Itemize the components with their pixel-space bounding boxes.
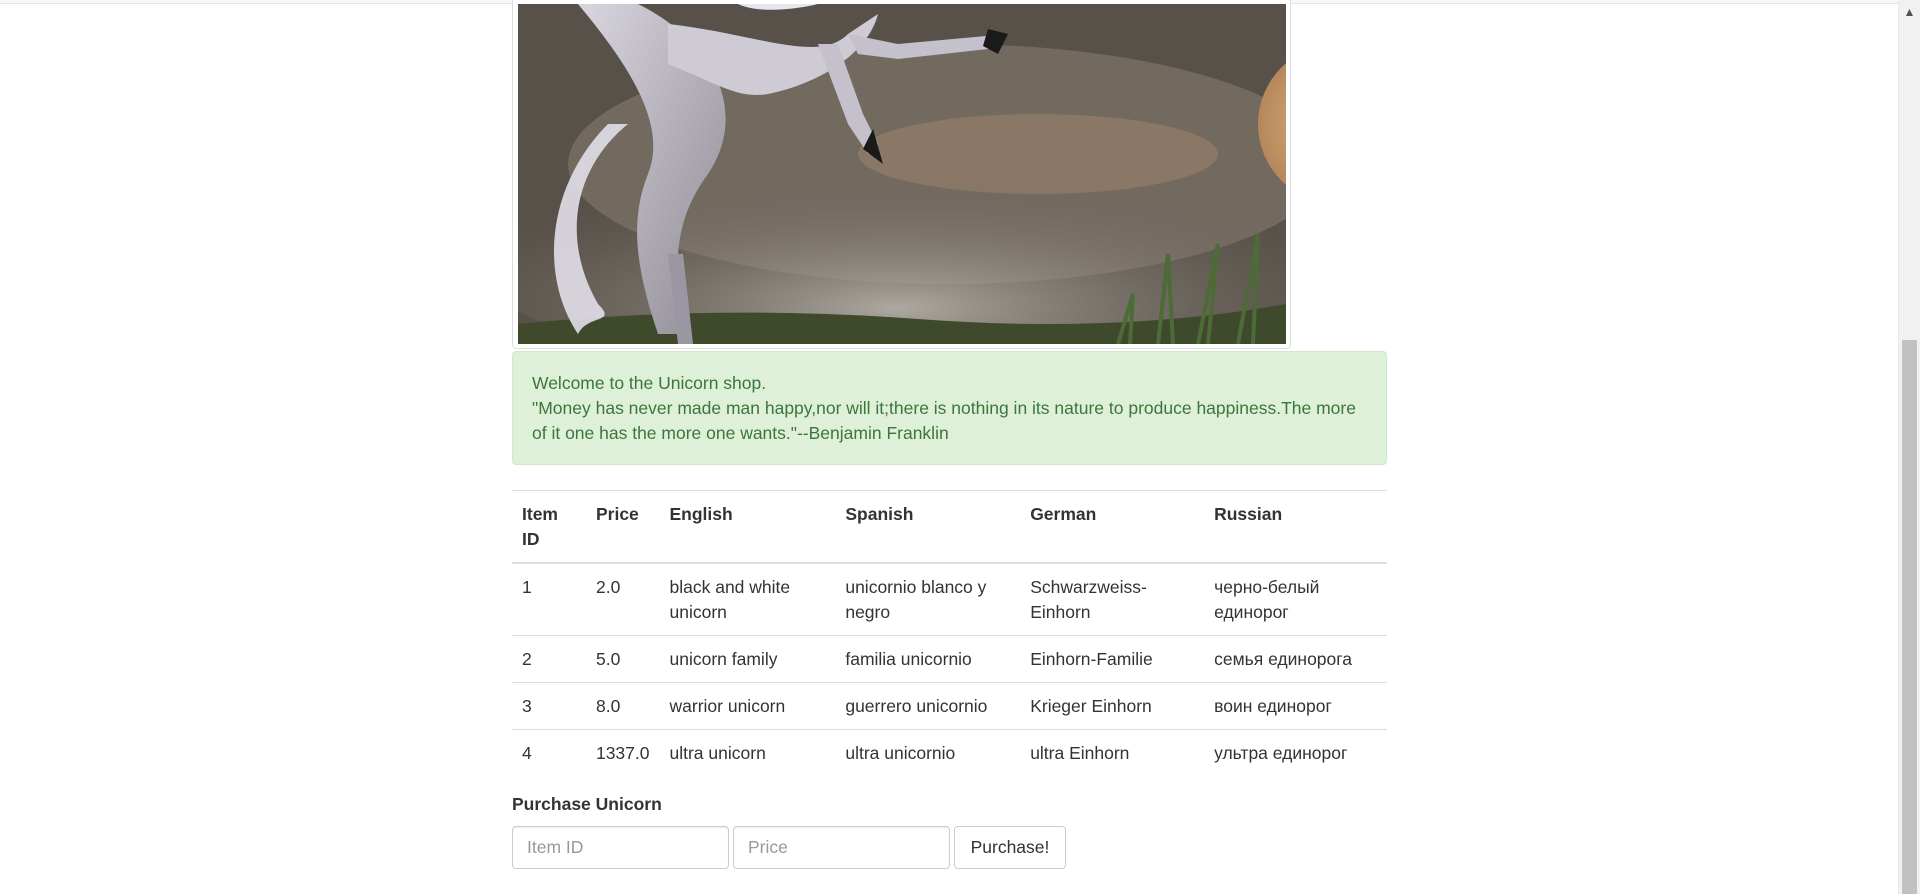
cell-russian: ультра единорог xyxy=(1204,729,1387,776)
cell-german: ultra Einhorn xyxy=(1020,729,1205,776)
table-row: 2 5.0 unicorn family familia unicornio E… xyxy=(512,635,1387,683)
unicorn-table: Item ID Price English Spanish German Rus… xyxy=(512,490,1387,776)
scroll-up-arrow-icon[interactable]: ▲ xyxy=(1899,2,1920,22)
cell-item-id: 2 xyxy=(512,635,586,683)
cell-spanish: familia unicornio xyxy=(835,635,1021,683)
unicorn-table-container: Item ID Price English Spanish German Rus… xyxy=(512,490,1387,776)
franklin-quote: "Money has never made man happy,nor will… xyxy=(532,398,1356,443)
vertical-scrollbar[interactable]: ▲ xyxy=(1898,0,1920,894)
header-english: English xyxy=(659,490,836,564)
cell-item-id: 3 xyxy=(512,682,586,730)
cell-item-id: 1 xyxy=(512,562,586,636)
header-item-id: Item ID xyxy=(512,490,586,564)
welcome-alert: Welcome to the Unicorn shop. "Money has … xyxy=(512,351,1387,465)
header-spanish: Spanish xyxy=(835,490,1021,564)
cell-german: Krieger Einhorn xyxy=(1020,682,1205,730)
cell-price: 8.0 xyxy=(585,682,660,730)
table-row: 1 2.0 black and white unicorn unicornio … xyxy=(512,562,1387,636)
cell-price: 2.0 xyxy=(585,562,660,636)
cell-russian: семья единорога xyxy=(1204,635,1387,683)
cell-item-id: 4 xyxy=(512,729,586,776)
header-russian: Russian xyxy=(1204,490,1387,564)
cell-price: 5.0 xyxy=(585,635,660,683)
cell-russian: воин единорог xyxy=(1204,682,1387,730)
purchase-button[interactable]: Purchase! xyxy=(954,826,1066,869)
welcome-message: Welcome to the Unicorn shop. xyxy=(532,373,767,393)
header-german: German xyxy=(1020,490,1205,564)
cell-english: black and white unicorn xyxy=(659,562,836,636)
item-id-input[interactable] xyxy=(512,826,729,869)
header-price: Price xyxy=(585,490,660,564)
page: Welcome to the Unicorn shop. "Money has … xyxy=(0,0,1920,894)
unicorn-illustration xyxy=(518,4,1286,344)
cell-german: Schwarzweiss-Einhorn xyxy=(1020,562,1205,636)
scrollbar-thumb[interactable] xyxy=(1902,340,1917,894)
cell-english: ultra unicorn xyxy=(659,729,836,776)
cell-russian: черно-белый единорог xyxy=(1204,562,1387,636)
cell-german: Einhorn-Familie xyxy=(1020,635,1205,683)
cell-spanish: ultra unicornio xyxy=(835,729,1021,776)
price-input[interactable] xyxy=(733,826,950,869)
cell-english: warrior unicorn xyxy=(659,682,836,730)
table-row: 3 8.0 warrior unicorn guerrero unicornio… xyxy=(512,682,1387,730)
hero-image xyxy=(518,4,1286,344)
table-row: 4 1337.0 ultra unicorn ultra unicornio u… xyxy=(512,729,1387,776)
table-header-row: Item ID Price English Spanish German Rus… xyxy=(512,490,1387,564)
cell-english: unicorn family xyxy=(659,635,836,683)
purchase-heading: Purchase Unicorn xyxy=(512,794,662,814)
cell-price: 1337.0 xyxy=(585,729,660,776)
cell-spanish: guerrero unicornio xyxy=(835,682,1021,730)
cell-spanish: unicornio blanco y negro xyxy=(835,562,1021,636)
